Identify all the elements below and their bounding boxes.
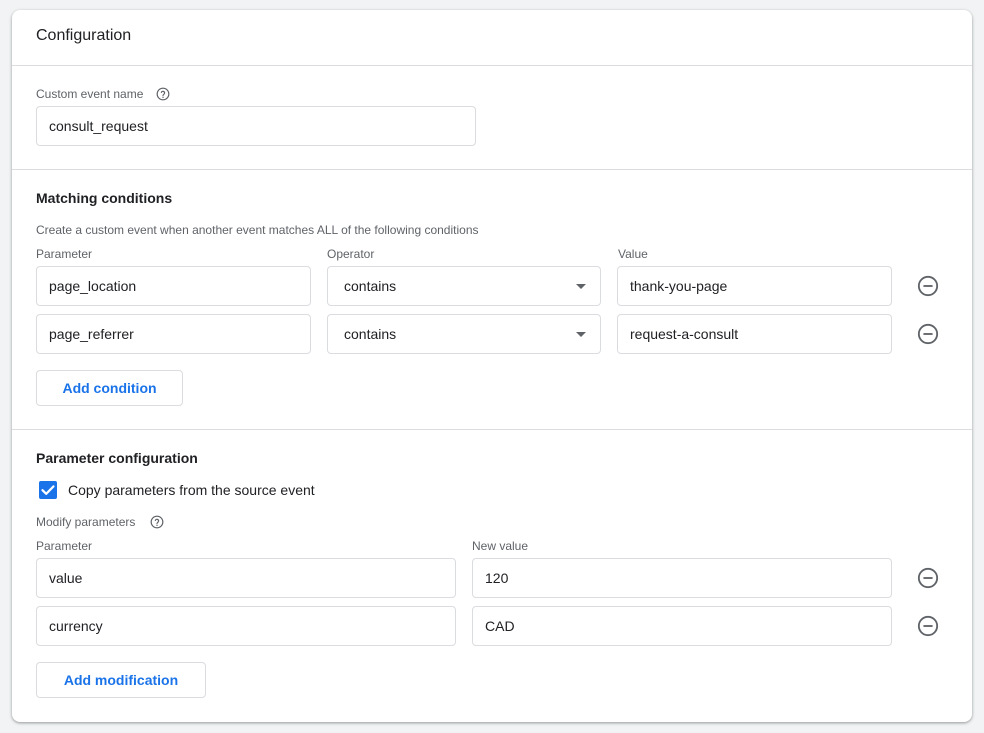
modification-new-value-input[interactable]: CAD	[472, 606, 892, 646]
remove-circle-icon[interactable]	[917, 323, 939, 345]
copy-parameters-checkbox[interactable]	[39, 481, 57, 499]
condition-value-input[interactable]: thank-you-page	[617, 266, 892, 306]
section-divider	[12, 169, 972, 170]
condition-operator-select[interactable]: contains	[327, 314, 601, 354]
configuration-card: Configuration Custom event name consult_…	[12, 10, 972, 722]
condition-value-input[interactable]: request-a-consult	[617, 314, 892, 354]
caret-down-icon	[576, 284, 586, 289]
modification-parameter-input[interactable]: value	[36, 558, 456, 598]
modification-new-value-header: New value	[472, 539, 529, 553]
copy-parameters-label[interactable]: Copy parameters from the source event	[68, 482, 315, 498]
section-divider	[12, 429, 972, 430]
condition-operator-select[interactable]: contains	[327, 266, 601, 306]
modification-parameter-input[interactable]: currency	[36, 606, 456, 646]
header-divider	[12, 65, 972, 66]
matching-conditions-title: Matching conditions	[36, 190, 173, 206]
card-title: Configuration	[36, 27, 132, 44]
help-circle-icon[interactable]	[150, 515, 164, 529]
remove-circle-icon[interactable]	[917, 567, 939, 589]
condition-value-header: Value	[618, 247, 648, 261]
condition-parameter-header: Parameter	[36, 247, 93, 261]
modification-parameter-header: Parameter	[36, 539, 93, 553]
event-name-label: Custom event name	[36, 87, 144, 101]
check-icon	[41, 485, 55, 495]
modify-parameters-label: Modify parameters	[36, 515, 136, 529]
condition-operator-header: Operator	[327, 247, 375, 261]
condition-parameter-input[interactable]: page_referrer	[36, 314, 311, 354]
add-condition-button[interactable]: Add condition	[36, 370, 183, 406]
condition-operator-value: contains	[344, 326, 397, 342]
event-name-input[interactable]: consult_request	[36, 106, 476, 146]
remove-circle-icon[interactable]	[917, 275, 939, 297]
help-circle-icon[interactable]	[156, 87, 170, 101]
parameter-configuration-title: Parameter configuration	[36, 450, 198, 466]
condition-operator-value: contains	[344, 278, 397, 294]
modification-new-value-input[interactable]: 120	[472, 558, 892, 598]
condition-parameter-input[interactable]: page_location	[36, 266, 311, 306]
caret-down-icon	[576, 332, 586, 337]
remove-circle-icon[interactable]	[917, 615, 939, 637]
add-modification-button[interactable]: Add modification	[36, 662, 206, 698]
matching-conditions-description: Create a custom event when another event…	[36, 223, 479, 237]
